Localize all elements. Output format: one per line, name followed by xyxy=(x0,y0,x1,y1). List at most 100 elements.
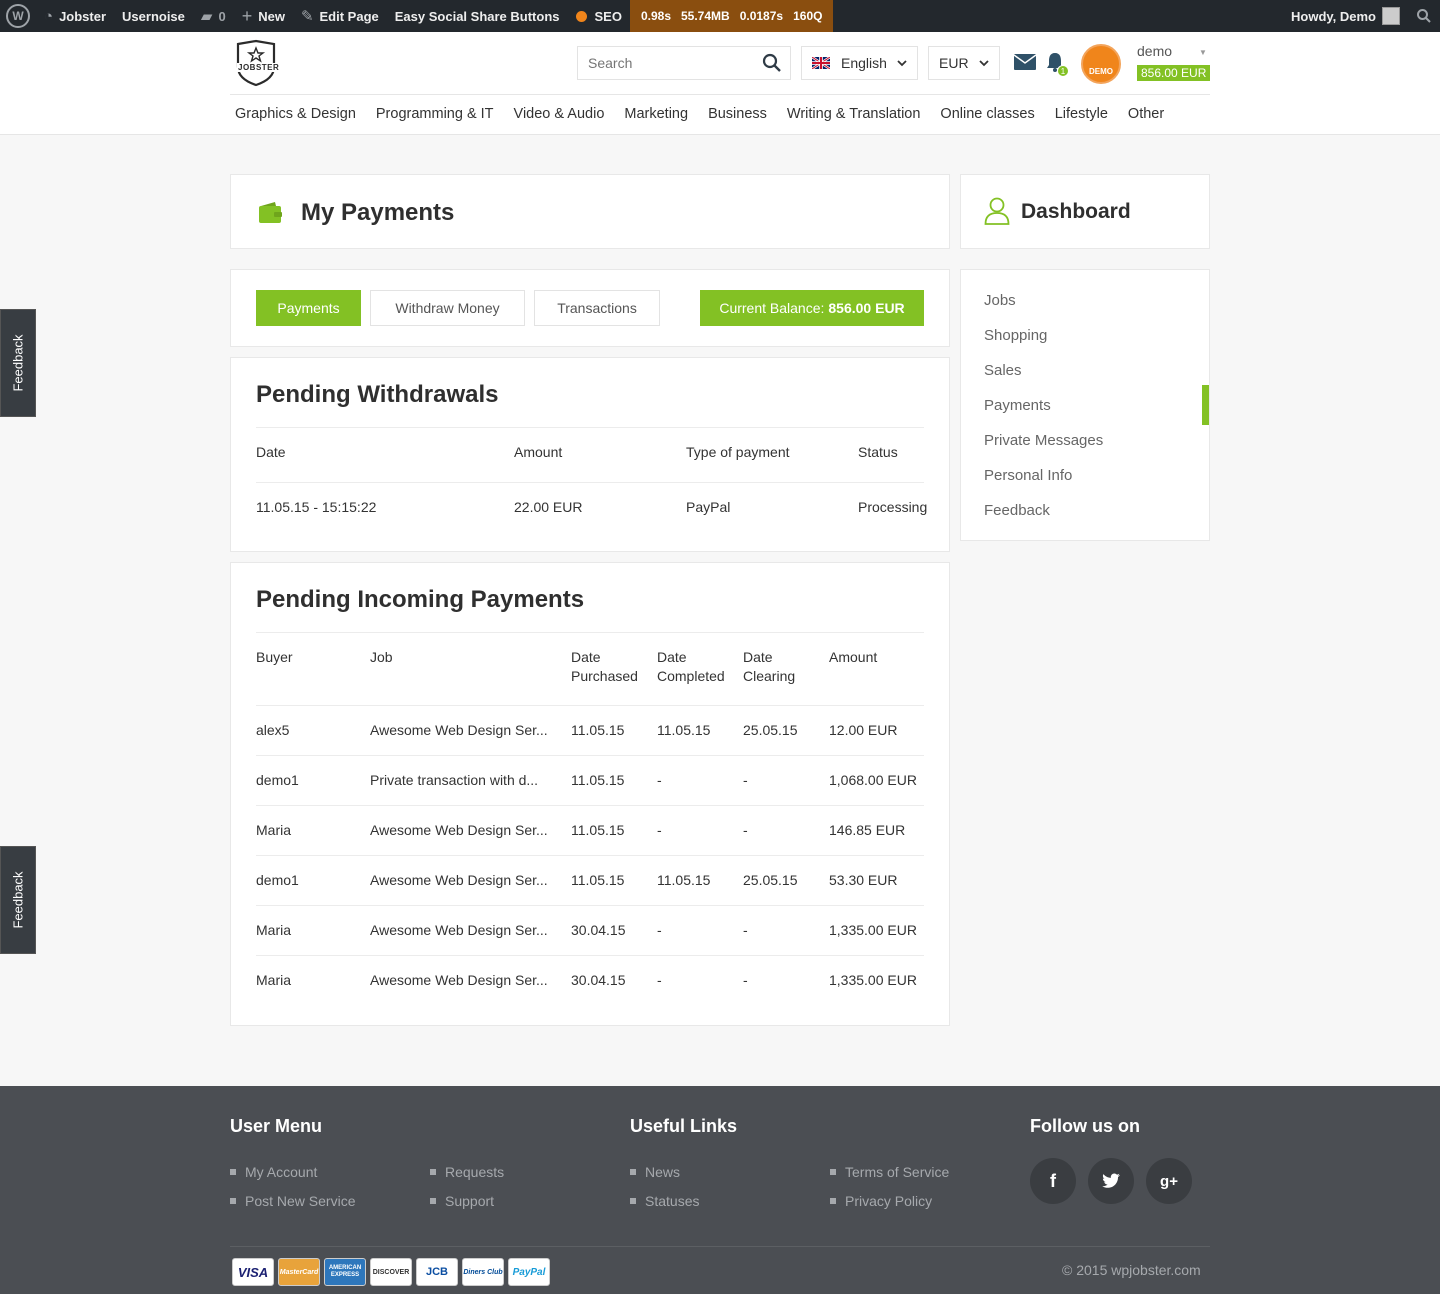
incoming-date-completed: 11.05.15 xyxy=(657,872,711,888)
feedback-tab[interactable]: Feedback xyxy=(0,846,36,954)
search-button[interactable] xyxy=(754,47,790,79)
footer-link-news[interactable]: News xyxy=(630,1164,680,1180)
copyright-text: © 2015 wpjobster.com xyxy=(1062,1262,1201,1278)
incoming-date-clearing: 25.05.15 xyxy=(743,722,798,738)
bullet-icon xyxy=(230,1198,236,1204)
footer-link-post-new-service[interactable]: Post New Service xyxy=(230,1193,355,1209)
google-plus-button[interactable]: g+ xyxy=(1146,1158,1192,1204)
incoming-date-clearing: - xyxy=(743,772,748,788)
category-marketing[interactable]: Marketing xyxy=(614,104,698,124)
tab-transactions[interactable]: Transactions xyxy=(534,290,660,326)
admin-share-buttons-link[interactable]: Easy Social Share Buttons xyxy=(387,0,568,32)
admin-edit-page-link[interactable]: ✎ Edit Page xyxy=(293,0,387,32)
sidebar-item-payments[interactable]: Payments xyxy=(984,397,1051,414)
sidebar-item-jobs[interactable]: Jobs xyxy=(984,292,1016,309)
withdrawal-type: PayPal xyxy=(686,499,731,515)
sidebar-item-personal-info[interactable]: Personal Info xyxy=(984,467,1072,484)
withdrawal-date: 11.05.15 - 15:15:22 xyxy=(256,499,377,515)
footer-link-statuses[interactable]: Statuses xyxy=(630,1193,699,1209)
category-business[interactable]: Business xyxy=(698,104,777,124)
footer-link-terms[interactable]: Terms of Service xyxy=(830,1164,949,1180)
admin-usernoise-link[interactable]: Usernoise xyxy=(114,0,193,32)
category-lifestyle[interactable]: Lifestyle xyxy=(1045,104,1118,124)
pending-withdrawals-title: Pending Withdrawals xyxy=(256,381,499,408)
table-divider xyxy=(256,855,924,856)
search-icon xyxy=(1417,9,1431,23)
notification-count-badge: 1 xyxy=(1057,65,1069,77)
incoming-buyer: demo1 xyxy=(256,872,299,888)
sidebar-item-sales[interactable]: Sales xyxy=(984,362,1022,379)
language-select[interactable]: English xyxy=(801,46,918,80)
incoming-job[interactable]: Awesome Web Design Ser... xyxy=(370,871,548,890)
seo-status-dot-icon xyxy=(575,10,587,22)
withdrawal-status: Processing xyxy=(858,499,928,515)
column-header-date: Date xyxy=(256,444,286,460)
category-programming-it[interactable]: Programming & IT xyxy=(366,104,504,124)
category-online-classes[interactable]: Online classes xyxy=(930,104,1044,124)
current-balance-badge: Current Balance: 856.00 EUR xyxy=(700,290,924,326)
footer-link-support[interactable]: Support xyxy=(430,1193,494,1209)
user-menu-caret-icon[interactable]: ▼ xyxy=(1199,48,1207,57)
user-avatar[interactable]: DEMO xyxy=(1081,44,1121,84)
sidebar-item-feedback[interactable]: Feedback xyxy=(984,502,1050,519)
footer-link-requests[interactable]: Requests xyxy=(430,1164,504,1180)
tab-withdraw-money[interactable]: Withdraw Money xyxy=(370,290,525,326)
column-header-date-completed: Date Completed xyxy=(657,649,725,684)
category-graphics-design[interactable]: Graphics & Design xyxy=(225,104,366,124)
footer-link-my-account[interactable]: My Account xyxy=(230,1164,317,1180)
bullet-icon xyxy=(830,1198,836,1204)
feedback-tab[interactable]: Feedback xyxy=(0,309,36,417)
category-other[interactable]: Other xyxy=(1118,104,1174,124)
incoming-job[interactable]: Awesome Web Design Ser... xyxy=(370,821,548,840)
search-input[interactable] xyxy=(578,55,754,71)
admin-seo-link[interactable]: SEO xyxy=(568,0,630,32)
incoming-job[interactable]: Awesome Web Design Ser... xyxy=(370,721,548,740)
mastercard-icon: MasterCard xyxy=(278,1258,320,1286)
wallet-icon xyxy=(259,202,282,223)
admin-performance-stats[interactable]: 0.98s 55.74MB 0.0187s 160Q xyxy=(629,0,834,32)
pending-incoming-title: Pending Incoming Payments xyxy=(256,586,585,613)
dashboard-menu: Jobs Shopping Sales Payments Private Mes… xyxy=(960,269,1210,541)
incoming-date-clearing: - xyxy=(743,922,748,938)
pencil-icon: ✎ xyxy=(300,8,314,25)
bullet-icon xyxy=(630,1169,636,1175)
withdrawal-amount: 22.00 EUR xyxy=(514,499,583,515)
incoming-job[interactable]: Awesome Web Design Ser... xyxy=(370,971,548,990)
wordpress-logo-icon[interactable]: W xyxy=(6,4,30,28)
twitter-button[interactable] xyxy=(1088,1158,1134,1204)
comment-icon: ▰ xyxy=(200,8,213,25)
sidebar-item-private-messages[interactable]: Private Messages xyxy=(984,432,1103,449)
category-video-audio[interactable]: Video & Audio xyxy=(504,104,615,124)
footer-link-privacy[interactable]: Privacy Policy xyxy=(830,1193,932,1209)
category-writing-translation[interactable]: Writing & Translation xyxy=(777,104,931,124)
logo-text: JOBSTER xyxy=(237,63,281,72)
footer-divider xyxy=(230,1246,1210,1247)
table-divider xyxy=(256,905,924,906)
admin-search-button[interactable] xyxy=(1408,0,1440,32)
search-box xyxy=(577,46,791,80)
currency-select[interactable]: EUR xyxy=(928,46,1000,80)
tab-payments[interactable]: Payments xyxy=(256,290,361,326)
page-title: My Payments xyxy=(301,199,455,226)
sidebar-item-shopping[interactable]: Shopping xyxy=(984,327,1047,344)
username[interactable]: demo xyxy=(1137,43,1172,59)
incoming-job[interactable]: Awesome Web Design Ser... xyxy=(370,921,548,940)
incoming-date-completed: - xyxy=(657,822,662,838)
messages-button[interactable] xyxy=(1013,54,1037,73)
admin-new-link[interactable]: + New xyxy=(234,0,293,32)
discover-card-icon: DISCOVER xyxy=(370,1258,412,1286)
incoming-date-clearing: 25.05.15 xyxy=(743,872,798,888)
column-header-type: Type of payment xyxy=(686,444,790,460)
google-plus-icon: g+ xyxy=(1160,1172,1178,1190)
active-item-marker xyxy=(1202,385,1209,425)
bullet-icon xyxy=(230,1169,236,1175)
admin-account-link[interactable]: Howdy, Demo xyxy=(1283,0,1408,32)
site-logo[interactable]: JOBSTER xyxy=(232,39,281,87)
admin-comments-link[interactable]: ▰ 0 xyxy=(193,0,234,32)
bullet-icon xyxy=(830,1169,836,1175)
table-divider xyxy=(256,482,924,483)
incoming-job[interactable]: Private transaction with d... xyxy=(370,771,538,790)
footer-useful-links-title: Useful Links xyxy=(630,1116,738,1136)
admin-site-link[interactable]: ◔ Jobster xyxy=(36,0,114,32)
facebook-button[interactable]: f xyxy=(1030,1158,1076,1204)
